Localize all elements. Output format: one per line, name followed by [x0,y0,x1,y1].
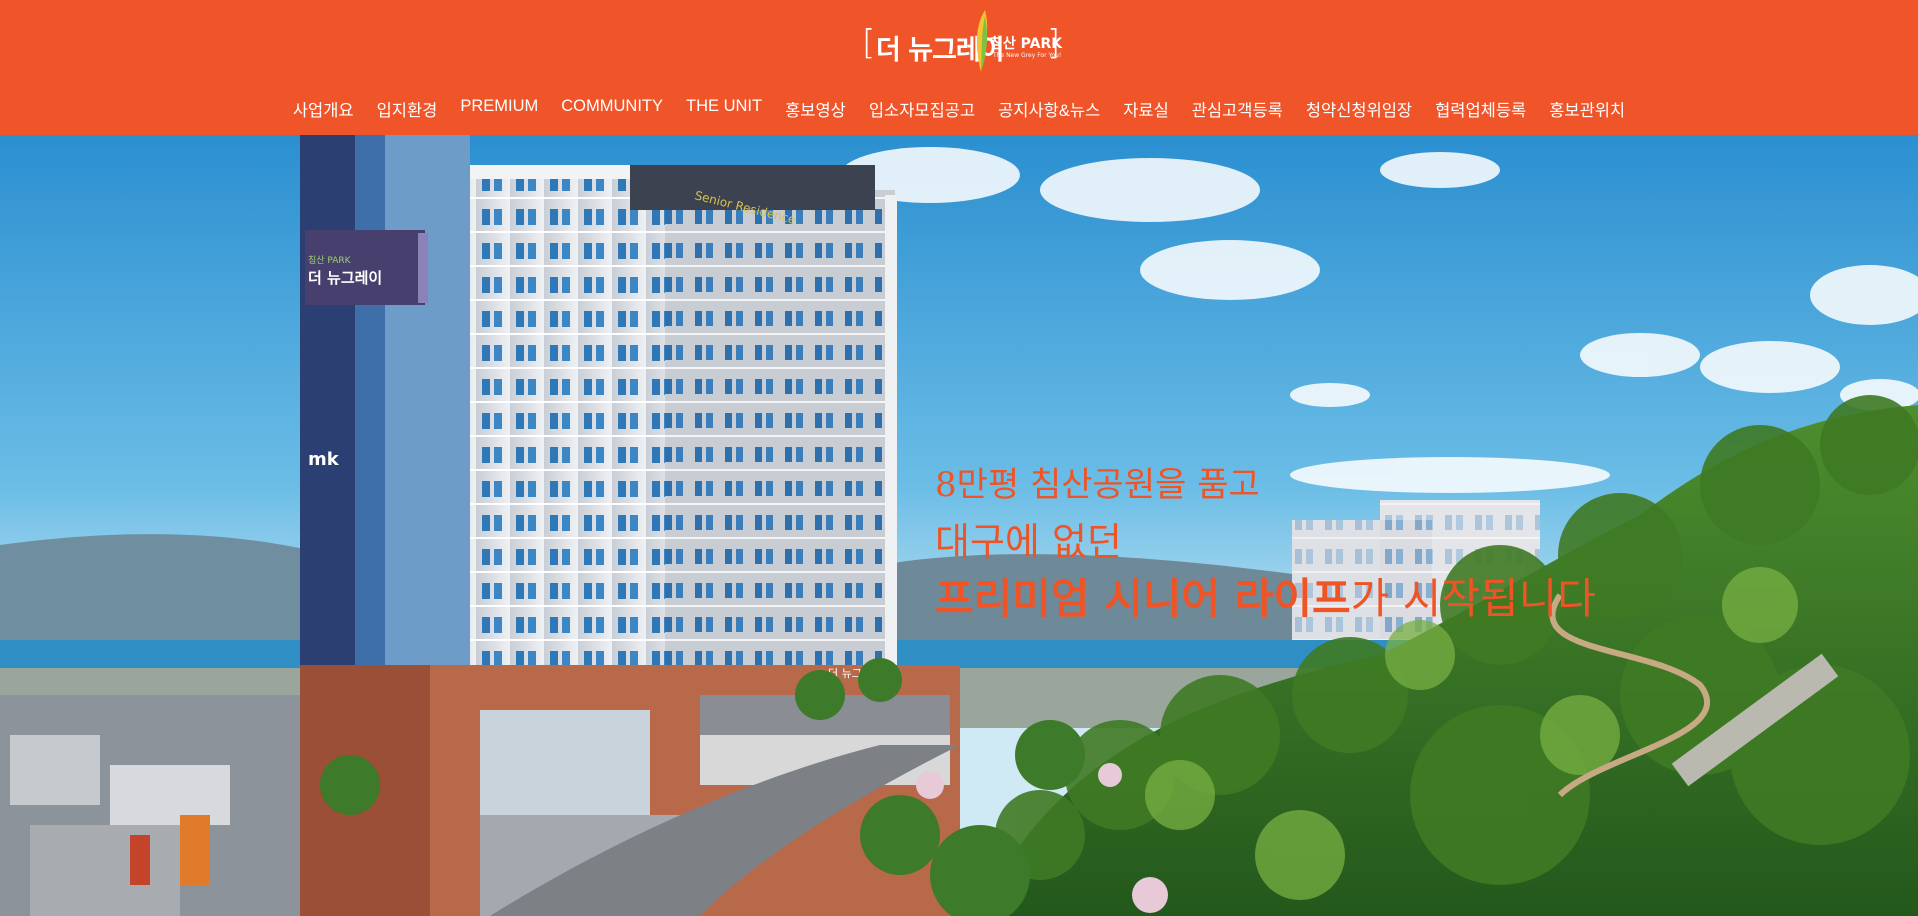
tower-sign-small: 침산 PARK [308,255,352,266]
nav-item-location[interactable]: 입지환경 [377,97,438,121]
nav-item-resources[interactable]: 자료실 [1123,97,1169,121]
left-town [0,695,300,916]
nav-item-premium[interactable]: PREMIUM [460,97,538,121]
nav-item-notices-news[interactable]: 공지사항&뉴스 [998,97,1100,121]
nav-item-interest-registration[interactable]: 관심고객등록 [1192,97,1283,121]
tower-sign: 더 뉴그레이 [308,269,382,287]
logo-bracket-right: ] [1047,23,1061,63]
hero-headline-line1: 8만평 침산공원을 품고 [935,465,1260,505]
nav-item-partner-registration[interactable]: 협력업체등록 [1435,97,1526,121]
hero-headline-rest: 가 시작됩니다 [1350,574,1596,623]
nav-item-promo-video[interactable]: 홍보영상 [785,97,846,121]
hero-headline-line2: 대구에 없던 [935,520,1122,564]
hero-headline-line3: 프리미엄 시니어 라이프가 시작됩니다 [935,565,1596,626]
nav-item-community[interactable]: COMMUNITY [561,97,663,121]
nav-item-subscription-proxy[interactable]: 청약신청위임장 [1306,97,1412,121]
logo-bracket-left: [ [862,23,876,63]
nav-item-the-unit[interactable]: THE UNIT [686,97,762,121]
site-header: [ 더 뉴그레이 침산 PARK The New Grey For You! ]… [0,0,1918,135]
nav-item-recruitment-notice[interactable]: 입소자모집공고 [869,97,975,121]
nav-item-business-overview[interactable]: 사업개요 [293,97,354,121]
builder-mark: mk [308,449,340,470]
residence-tower [300,135,960,916]
main-nav: 사업개요 입지환경 PREMIUM COMMUNITY THE UNIT 홍보영… [0,97,1918,121]
nav-item-showroom-location[interactable]: 홍보관위치 [1549,97,1625,121]
hero-banner: Senior Residence 침산 PARK 더 뉴그레이 mk 더 뉴그레… [0,135,1918,916]
hero-headline-emphasis: 프리미엄 시니어 라이프 [935,574,1351,623]
site-logo[interactable]: [ 더 뉴그레이 침산 PARK The New Grey For You! ] [862,8,1062,74]
